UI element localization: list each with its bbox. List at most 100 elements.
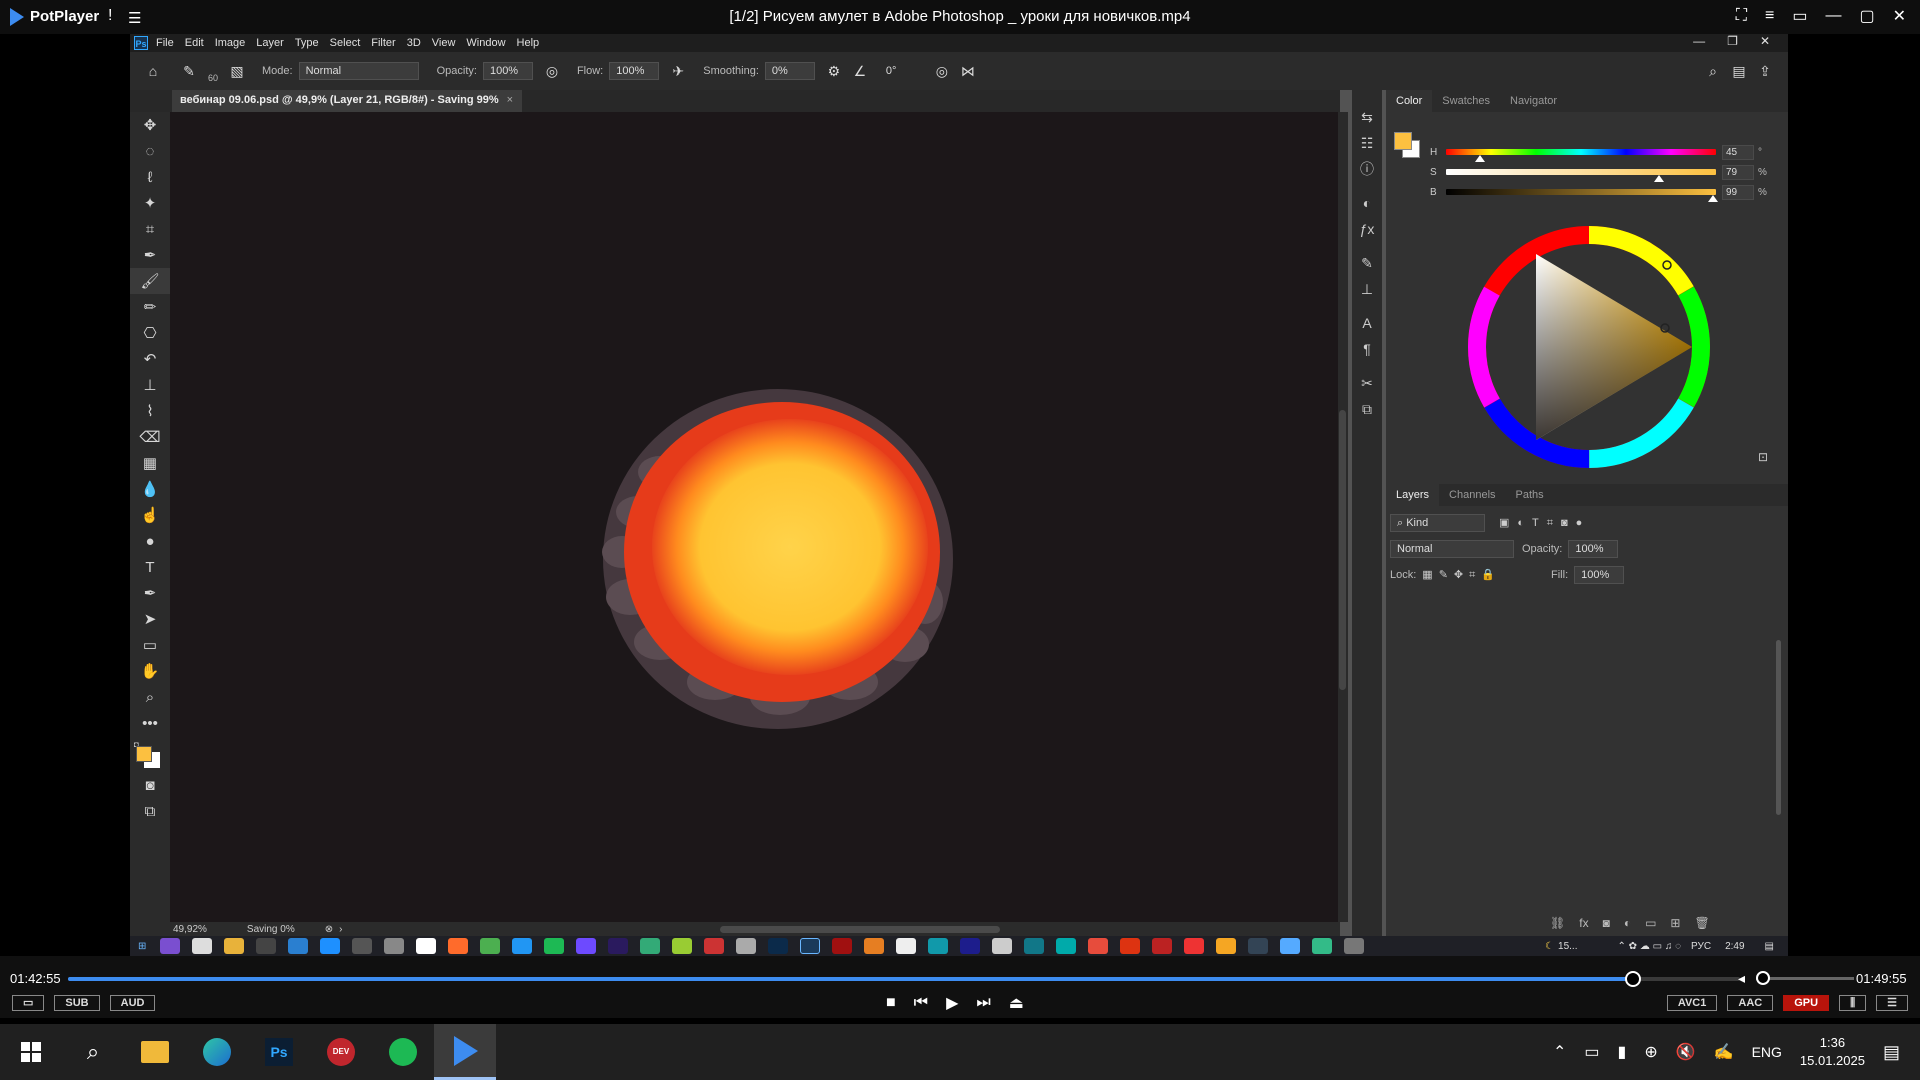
- speaker-icon[interactable]: ◂: [1738, 970, 1745, 987]
- ps-minimize-icon[interactable]: —: [1693, 34, 1705, 48]
- adjustment-layer-icon[interactable]: ◐: [1624, 916, 1631, 930]
- canvas-vertical-scroll-thumb[interactable]: [1339, 410, 1346, 690]
- eyedropper-tool-icon[interactable]: ✒: [130, 242, 170, 268]
- brush-tool-icon[interactable]: 🖌: [130, 268, 170, 294]
- hand-tool-icon[interactable]: ✋: [130, 658, 170, 684]
- fill-input[interactable]: 100%: [1574, 566, 1625, 584]
- zoom-tool-icon[interactable]: ⌕: [130, 684, 170, 710]
- spotify-icon[interactable]: [372, 1024, 434, 1080]
- color-swatches[interactable]: ◘: [130, 736, 170, 772]
- minimize-icon[interactable]: —: [1825, 7, 1841, 25]
- rectangle-tool-icon[interactable]: ▭: [130, 632, 170, 658]
- blur-tool-icon[interactable]: 💧: [130, 476, 170, 502]
- brush-settings-icon[interactable]: ▧: [228, 62, 246, 80]
- airbrush-icon[interactable]: ✈: [669, 62, 687, 80]
- layer-opacity-input[interactable]: 100%: [1568, 540, 1619, 558]
- menu-window[interactable]: Window: [466, 37, 505, 49]
- menu-layer[interactable]: Layer: [256, 37, 284, 49]
- saturation-slider-thumb[interactable]: [1654, 175, 1665, 182]
- menu-list-icon[interactable]: ☰: [1876, 995, 1908, 1011]
- video-codec-badge[interactable]: AVC1: [1666, 995, 1718, 1011]
- brightness-slider[interactable]: [1446, 189, 1719, 202]
- hue-value[interactable]: 45: [1722, 144, 1754, 160]
- next-icon[interactable]: ⏭: [976, 994, 990, 1012]
- hue-slider-thumb[interactable]: [1474, 155, 1485, 162]
- file-explorer-icon[interactable]: [124, 1024, 186, 1080]
- brushes-icon[interactable]: ✎: [1352, 250, 1382, 276]
- gear-icon[interactable]: ⚙: [825, 62, 843, 80]
- workspace-icon[interactable]: ▤: [1730, 62, 1748, 80]
- opacity-input[interactable]: 100%: [482, 62, 533, 80]
- input-language[interactable]: ENG: [1752, 1044, 1782, 1060]
- share-icon[interactable]: ⇪: [1756, 62, 1774, 80]
- menu-view[interactable]: View: [432, 37, 456, 49]
- filter-type-icons[interactable]: ▣◐T⌗◙●: [1499, 516, 1590, 530]
- history-brush-icon[interactable]: ↶: [130, 346, 170, 372]
- menu-select[interactable]: Select: [330, 37, 361, 49]
- tab-paths[interactable]: Paths: [1506, 484, 1554, 506]
- cancel-save-icon[interactable]: ⊗: [325, 924, 333, 935]
- tab-color[interactable]: Color: [1386, 90, 1433, 112]
- devcpp-icon[interactable]: DEV: [310, 1024, 372, 1080]
- potplayer-taskbar-icon[interactable]: [434, 1024, 496, 1080]
- mixer-brush-icon[interactable]: ⌇: [130, 398, 170, 424]
- gradient-tool-icon[interactable]: ▦: [130, 450, 170, 476]
- foreground-color-swatch[interactable]: [136, 746, 152, 762]
- move-tool-icon[interactable]: ✥: [130, 112, 170, 138]
- new-layer-icon[interactable]: ⊞: [1670, 916, 1680, 930]
- volume-knob[interactable]: [1756, 971, 1770, 985]
- player-name[interactable]: PotPlayer: [30, 8, 99, 25]
- stop-icon[interactable]: ■: [886, 994, 896, 1012]
- layer-list-scroll-thumb[interactable]: [1776, 640, 1781, 815]
- link-layers-icon[interactable]: ⛓: [1550, 916, 1565, 930]
- brightness-slider-thumb[interactable]: [1708, 195, 1719, 202]
- notifications-icon[interactable]: ▤: [1883, 1042, 1900, 1063]
- network-icon[interactable]: ⊕: [1644, 1042, 1657, 1062]
- lasso-tool-icon[interactable]: ℓ: [130, 164, 170, 190]
- seek-knob[interactable]: [1625, 971, 1642, 987]
- crop-tool-icon[interactable]: ⌗: [130, 216, 170, 242]
- player-notice[interactable]: !: [108, 7, 112, 25]
- tab-layers[interactable]: Layers: [1386, 484, 1440, 506]
- saturation-slider[interactable]: [1446, 169, 1716, 182]
- volume-muted-icon[interactable]: 🔇: [1676, 1042, 1696, 1062]
- tool-presets-icon[interactable]: ✂: [1352, 370, 1382, 396]
- properties-icon[interactable]: ☷: [1352, 130, 1382, 156]
- edge-icon[interactable]: [186, 1024, 248, 1080]
- pen-icon[interactable]: ✍: [1714, 1042, 1734, 1062]
- layer-style-icon[interactable]: fx: [1579, 916, 1588, 930]
- playlist-toggle-icon[interactable]: ▭: [12, 995, 45, 1011]
- smudge-tool-icon[interactable]: ☝: [130, 502, 170, 528]
- libraries-icon[interactable]: ⧉: [1352, 396, 1382, 422]
- more-tools-icon[interactable]: •••: [130, 710, 170, 736]
- eraser-tool-icon[interactable]: ⌫: [130, 424, 170, 450]
- stamp-tool-icon[interactable]: ⊥: [130, 372, 170, 398]
- pen-tool-icon[interactable]: ✒: [130, 580, 170, 606]
- angle-input[interactable]: 0°: [878, 62, 923, 80]
- previous-icon[interactable]: ⏮: [914, 994, 928, 1012]
- brush-size[interactable]: 60: [208, 73, 218, 83]
- brightness-value[interactable]: 99: [1722, 184, 1754, 200]
- zoom-level[interactable]: 49,92%: [173, 924, 207, 935]
- quick-mask-icon[interactable]: ◙: [130, 772, 170, 798]
- tab-channels[interactable]: Channels: [1439, 484, 1505, 506]
- flow-input[interactable]: 100%: [609, 62, 660, 80]
- windows-start-icon[interactable]: [0, 1024, 62, 1080]
- potplayer-logo-icon[interactable]: [10, 8, 24, 26]
- canvas-horizontal-scroll-thumb[interactable]: [720, 926, 1000, 933]
- pressure-opacity-icon[interactable]: ◎: [543, 62, 561, 80]
- saturation-value[interactable]: 79: [1722, 164, 1754, 180]
- smoothing-input[interactable]: 0%: [764, 62, 815, 80]
- panel-expand-icon[interactable]: ⊡: [1758, 450, 1768, 464]
- clone-source-icon[interactable]: ⊥: [1352, 276, 1382, 302]
- delete-layer-icon[interactable]: 🗑: [1694, 916, 1709, 930]
- paragraph-icon[interactable]: ¶: [1352, 336, 1382, 362]
- home-icon[interactable]: ⌂: [144, 62, 162, 80]
- tab-navigator[interactable]: Navigator: [1500, 90, 1567, 112]
- gpu-badge[interactable]: GPU: [1783, 995, 1830, 1011]
- audio-codec-badge[interactable]: AAC: [1727, 995, 1774, 1011]
- canvas[interactable]: [170, 112, 1340, 922]
- color-panel-fg-swatch[interactable]: [1394, 132, 1412, 150]
- add-mask-icon[interactable]: ◙: [1603, 916, 1610, 930]
- audio-button[interactable]: AUD: [109, 995, 156, 1011]
